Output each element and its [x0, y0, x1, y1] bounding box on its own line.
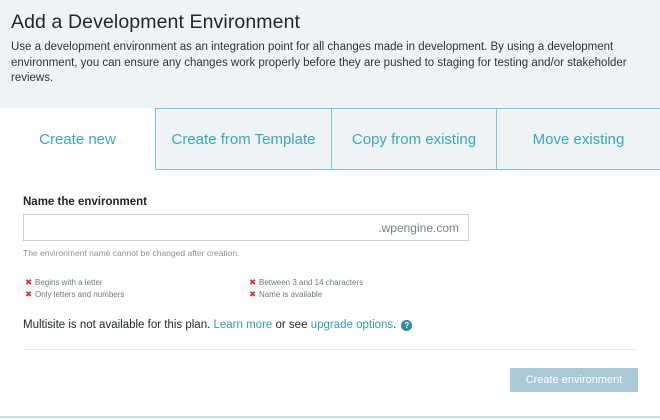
rule-label: Name is available	[259, 290, 323, 299]
multisite-period: .	[393, 319, 397, 331]
help-text: The environment name cannot be changed a…	[23, 248, 240, 258]
learn-more-link[interactable]: Learn more	[214, 319, 273, 331]
upgrade-options-link[interactable]: upgrade options	[311, 319, 393, 331]
tab-label: Create from Template	[171, 130, 316, 148]
x-mark-icon: ✖	[25, 277, 33, 287]
x-mark-icon: ✖	[249, 277, 257, 287]
rule-letters-and-numbers: ✖ Only letters and numbers	[25, 289, 124, 300]
rule-begins-with-letter: ✖ Begins with a letter	[25, 277, 103, 288]
page-title: Add a Development Environment	[11, 11, 301, 33]
create-environment-button[interactable]: Create environment	[510, 368, 638, 392]
tab-label: Create new	[39, 131, 116, 148]
section-title: Name the environment	[23, 196, 147, 208]
tab-label: Move existing	[532, 130, 625, 148]
rule-label: Begins with a letter	[35, 278, 103, 287]
rule-name-available: ✖ Name is available	[249, 289, 322, 300]
environment-name-input[interactable]	[24, 215, 364, 240]
rule-label: Only letters and numbers	[35, 290, 125, 299]
divider	[23, 349, 637, 350]
environment-name-field[interactable]: .wpengine.com	[23, 214, 469, 241]
tab-create-new[interactable]: Create new	[0, 108, 155, 170]
tab-create-from-template[interactable]: Create from Template	[155, 108, 331, 170]
create-new-panel: Name the environment .wpengine.com The e…	[0, 170, 660, 420]
x-mark-icon: ✖	[25, 289, 33, 299]
rule-label: Between 3 and 14 characters	[259, 278, 364, 287]
rule-length: ✖ Between 3 and 14 characters	[249, 277, 363, 288]
tab-bar: Create new Create from Template Copy fro…	[0, 108, 660, 170]
tab-copy-from-existing[interactable]: Copy from existing	[331, 108, 496, 170]
question-circle-icon[interactable]: ?	[401, 319, 413, 331]
page-header: Add a Development Environment Use a deve…	[0, 0, 660, 108]
multisite-or-see: or see	[275, 319, 308, 331]
x-mark-icon: ✖	[249, 289, 257, 299]
multisite-notice: Multisite is not available for this plan…	[23, 319, 413, 331]
page-description: Use a development environment as an inte…	[11, 41, 627, 84]
tab-label: Copy from existing	[351, 130, 477, 148]
bottom-border	[0, 416, 660, 418]
tab-move-existing[interactable]: Move existing	[496, 108, 660, 170]
multisite-text: Multisite is not available for this plan…	[23, 319, 211, 331]
domain-suffix: .wpengine.com	[378, 221, 459, 235]
